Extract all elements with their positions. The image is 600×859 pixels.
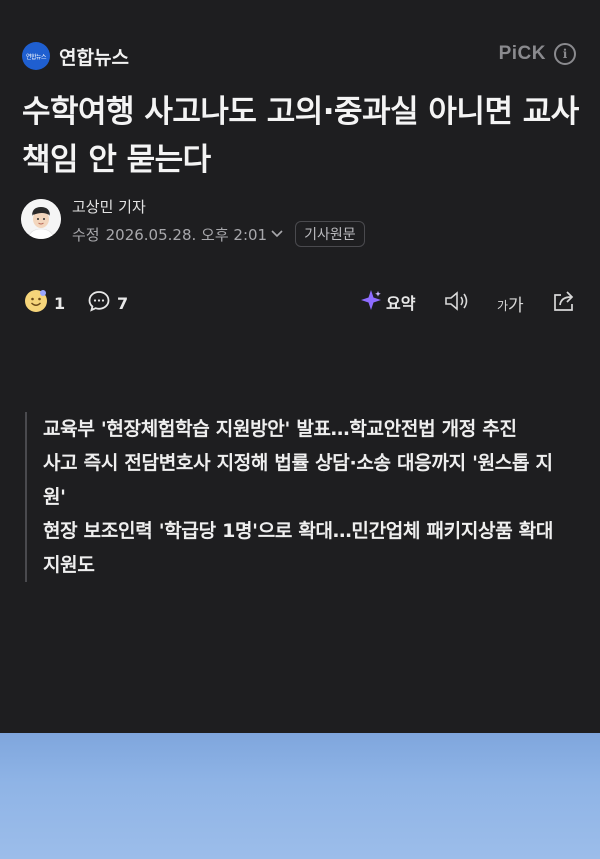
smile-face-icon xyxy=(24,289,48,317)
font-large-label: 가 xyxy=(508,296,524,316)
speech-bubble-icon xyxy=(87,289,111,317)
chevron-down-icon[interactable] xyxy=(271,227,283,241)
article-date: 2026.05.28. 오후 2:01 xyxy=(105,225,268,244)
pick-label: PiCK xyxy=(498,43,546,64)
original-article-button[interactable]: 기사원문 xyxy=(295,221,365,247)
avatar[interactable] xyxy=(21,199,61,239)
reaction-count: 1 xyxy=(54,293,66,313)
article-summary: 교육부 '현장체험학습 지원방안' 발표…학교안전법 개정 추진 사고 즉시 전… xyxy=(25,412,563,582)
font-small-label: 가 xyxy=(497,299,509,313)
summary-label: 요약 xyxy=(386,294,416,313)
sparkle-icon xyxy=(360,289,382,315)
summary-line: 현장 보조인력 '학급당 1명'으로 확대…민간업체 패키지상품 확대 지원도 xyxy=(43,520,554,576)
info-icon[interactable]: i xyxy=(554,43,576,65)
press-logo: 연합뉴스 xyxy=(22,42,50,70)
reaction-button[interactable]: 1 xyxy=(24,289,65,317)
dateline: 수정 2026.05.28. 오후 2:01 기사원문 xyxy=(72,221,365,247)
press-link[interactable]: 연합뉴스 연합뉴스 xyxy=(22,42,129,70)
article-headline: 수학여행 사고나도 고의·중과실 아니면 교사 책임 안 묻는다 xyxy=(22,94,579,178)
press-name: 연합뉴스 xyxy=(59,46,129,69)
date-label: 수정 xyxy=(72,225,100,244)
comment-button[interactable]: 7 xyxy=(87,289,128,317)
summary-line: 교육부 '현장체험학습 지원방안' 발표…학교안전법 개정 추진 xyxy=(43,418,517,440)
summary-line: 사고 즉시 전담변호사 지정해 법률 상담·소송 대응까지 '원스톱 지원' xyxy=(43,452,553,508)
pick-badge[interactable]: PiCK i xyxy=(499,43,576,65)
comment-count: 7 xyxy=(117,293,129,313)
share-icon xyxy=(551,289,577,317)
summary-button[interactable]: 요약 xyxy=(360,289,415,315)
share-button[interactable] xyxy=(551,289,577,317)
article-photo[interactable] xyxy=(0,733,600,859)
font-size-button[interactable]: 가 가 xyxy=(497,291,524,316)
speaker-icon xyxy=(443,289,471,317)
reporter-name[interactable]: 고상민 기자 xyxy=(72,196,146,217)
audio-button[interactable] xyxy=(443,289,471,317)
action-bar: 1 7 요약 가 가 xyxy=(0,285,600,319)
